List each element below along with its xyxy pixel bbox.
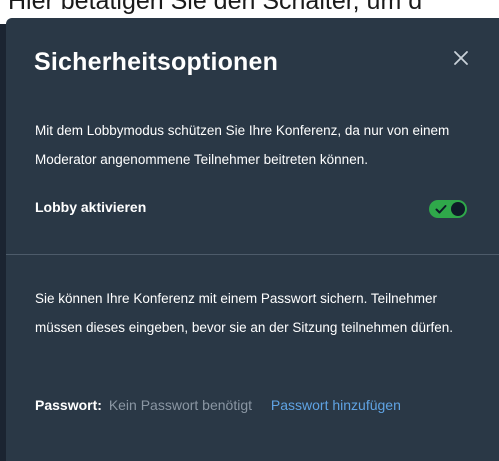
toggle-knob — [451, 202, 465, 216]
background-instruction-text: Hier betätigen Sie den Schalter, um d — [8, 0, 423, 15]
section-divider — [6, 254, 499, 255]
password-row: Passwort: Kein Passwort benötigt Passwor… — [35, 397, 401, 413]
password-description: Sie können Ihre Konferenz mit einem Pass… — [35, 291, 454, 335]
close-icon — [454, 51, 468, 65]
password-status: Kein Passwort benötigt — [108, 397, 253, 413]
security-options-dialog: Sicherheitsoptionen Mit dem Lobbymodus s… — [6, 18, 499, 461]
checkmark-icon — [435, 205, 447, 214]
lobby-toggle-label: Lobby aktivieren — [35, 199, 147, 215]
lobby-toggle[interactable] — [429, 200, 467, 218]
lobby-description: Mit dem Lobbymodus schützen Sie Ihre Kon… — [35, 123, 450, 167]
password-label: Passwort: — [35, 397, 102, 413]
add-password-link[interactable]: Passwort hinzufügen — [271, 397, 401, 413]
dialog-title: Sicherheitsoptionen — [34, 48, 279, 76]
close-button[interactable] — [447, 44, 475, 72]
